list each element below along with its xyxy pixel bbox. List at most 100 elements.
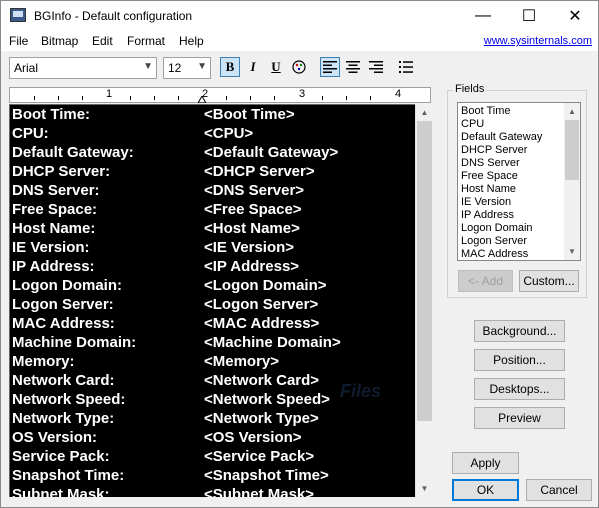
scroll-down-icon[interactable]: ▼ (416, 480, 433, 497)
close-icon: ✕ (568, 8, 582, 25)
ruler-tick (82, 96, 83, 100)
editor-row-label: Service Pack: (12, 448, 110, 465)
fields-list-item[interactable]: MAC Address (461, 248, 528, 260)
editor-row[interactable]: Subnet Mask: <Subnet Mask> (12, 486, 412, 497)
editor-row[interactable]: Logon Server: <Logon Server> (12, 296, 412, 315)
editor-row[interactable]: Network Speed: <Network Speed> (12, 391, 412, 410)
text-color-button[interactable] (289, 57, 309, 77)
editor-row-label: Host Name: (12, 220, 96, 237)
app-icon (10, 8, 26, 22)
menu-edit[interactable]: Edit (92, 34, 113, 48)
editor-row[interactable]: Free Space: <Free Space> (12, 201, 412, 220)
editor-row[interactable]: CPU: <CPU> (12, 125, 412, 144)
editor-row-value: <Host Name> (204, 220, 300, 237)
editor-row[interactable]: Snapshot Time: <Snapshot Time> (12, 467, 412, 486)
tab-marker-icon[interactable] (198, 96, 206, 103)
title-bar[interactable]: BGInfo - Default configuration — ☐ ✕ (1, 1, 598, 31)
scrollbar-thumb[interactable] (417, 121, 432, 421)
fields-list-item[interactable]: Host Name (461, 183, 516, 196)
chevron-down-icon: ▼ (143, 61, 153, 72)
custom-field-button[interactable]: Custom... (519, 270, 579, 292)
ruler[interactable]: 1 2 3 4 (9, 87, 431, 103)
editor-row[interactable]: Service Pack: <Service Pack> (12, 448, 412, 467)
cancel-button[interactable]: Cancel (526, 479, 592, 501)
font-family-select[interactable]: Arial ▼ (9, 57, 157, 79)
editor-row-value: <CPU> (204, 125, 254, 142)
editor-row[interactable]: MAC Address: <MAC Address> (12, 315, 412, 334)
maximize-button[interactable]: ☐ (506, 1, 552, 31)
fields-legend: Fields (453, 83, 487, 95)
text-editor[interactable]: Files Boot Time: <Boot Time> CPU: <CPU> Defa… (9, 104, 415, 497)
menu-help[interactable]: Help (179, 34, 204, 48)
ruler-tick (58, 96, 59, 100)
editor-row[interactable]: Boot Time: <Boot Time> (12, 106, 412, 125)
editor-row-label: IP Address: (12, 258, 95, 275)
italic-icon: I (250, 59, 256, 74)
editor-row-label: Subnet Mask: (12, 486, 110, 497)
position-label: Position... (493, 353, 546, 367)
window-title: BGInfo - Default configuration (34, 9, 193, 23)
background-button[interactable]: Background... (474, 320, 565, 342)
fields-list-item[interactable]: Free Space (461, 170, 518, 183)
fields-list-item[interactable]: DHCP Server (461, 144, 527, 157)
fields-list-item[interactable]: Boot Time (461, 105, 511, 118)
minimize-button[interactable]: — (460, 1, 506, 31)
editor-row-label: DHCP Server: (12, 163, 111, 180)
close-button[interactable]: ✕ (552, 1, 598, 31)
underline-button[interactable]: U (266, 57, 286, 77)
add-field-label: <- Add (467, 274, 504, 288)
editor-row-label: Boot Time: (12, 106, 91, 123)
fields-list-item[interactable]: CPU (461, 118, 484, 131)
ruler-tick (226, 96, 227, 100)
bullet-list-button[interactable] (396, 57, 416, 77)
fields-list-item[interactable]: Default Gateway (461, 131, 542, 144)
fields-list[interactable]: ▲ ▼ Boot Time CPU Default Gateway DHCP Serv… (457, 102, 581, 261)
editor-row[interactable]: Host Name: <Host Name> (12, 220, 412, 239)
menu-bitmap[interactable]: Bitmap (41, 34, 78, 48)
menu-file[interactable]: File (9, 34, 28, 48)
scroll-up-icon[interactable]: ▲ (564, 103, 580, 120)
editor-row-value: <IE Version> (204, 239, 295, 256)
editor-row[interactable]: Memory: <Memory> (12, 353, 412, 372)
editor-row[interactable]: IP Address: <IP Address> (12, 258, 412, 277)
add-field-button[interactable]: <- Add (458, 270, 513, 292)
editor-row[interactable]: IE Version: <IE Version> (12, 239, 412, 258)
apply-button[interactable]: Apply (452, 452, 519, 474)
editor-row[interactable]: DNS Server: <DNS Server> (12, 182, 412, 201)
scroll-down-icon[interactable]: ▼ (564, 243, 580, 260)
position-button[interactable]: Position... (474, 349, 565, 371)
bold-button[interactable]: B (220, 57, 240, 77)
italic-button[interactable]: I (243, 57, 263, 77)
ruler-tick (130, 96, 131, 100)
font-size-select[interactable]: 12 ▼ (163, 57, 211, 79)
editor-row[interactable]: Default Gateway: <Default Gateway> (12, 144, 412, 163)
fields-list-item[interactable]: DNS Server (461, 157, 520, 170)
ruler-tick (346, 96, 347, 100)
ok-button[interactable]: OK (452, 479, 519, 501)
preview-button[interactable]: Preview (474, 407, 565, 429)
editor-row[interactable]: OS Version: <OS Version> (12, 429, 412, 448)
fields-list-scrollbar[interactable]: ▲ ▼ (564, 103, 580, 260)
fields-list-item[interactable]: Logon Server (461, 235, 527, 248)
editor-row-label: Logon Domain: (12, 277, 122, 294)
editor-row-value: <Subnet Mask> (204, 486, 315, 497)
fields-list-item[interactable]: IP Address (461, 209, 514, 222)
scroll-up-icon[interactable]: ▲ (416, 104, 433, 121)
scrollbar-thumb[interactable] (565, 120, 579, 180)
editor-row[interactable]: Network Type: <Network Type> (12, 410, 412, 429)
fields-list-item[interactable]: Logon Domain (461, 222, 533, 235)
fields-list-item[interactable]: IE Version (461, 196, 511, 209)
menu-format[interactable]: Format (127, 34, 165, 48)
desktops-button[interactable]: Desktops... (474, 378, 565, 400)
align-left-button[interactable] (320, 57, 340, 77)
editor-row[interactable]: Network Card: <Network Card> (12, 372, 412, 391)
align-right-button[interactable] (366, 57, 386, 77)
editor-row-value: <Service Pack> (204, 448, 315, 465)
editor-row-label: Logon Server: (12, 296, 114, 313)
editor-row[interactable]: DHCP Server: <DHCP Server> (12, 163, 412, 182)
editor-row[interactable]: Machine Domain: <Machine Domain> (12, 334, 412, 353)
sysinternals-link[interactable]: www.sysinternals.com (484, 35, 592, 47)
editor-scrollbar[interactable]: ▲ ▼ (415, 104, 432, 497)
editor-row[interactable]: Logon Domain: <Logon Domain> (12, 277, 412, 296)
align-center-button[interactable] (343, 57, 363, 77)
